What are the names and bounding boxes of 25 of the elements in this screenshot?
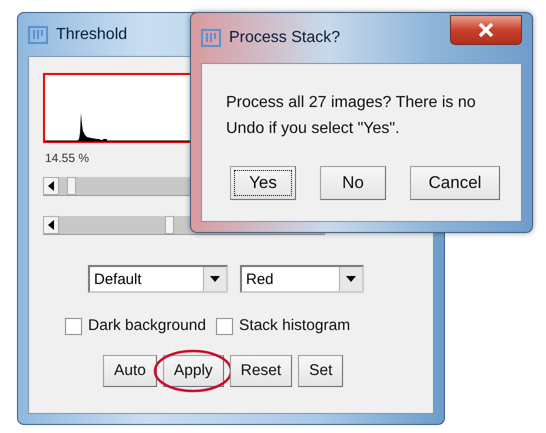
dialog-button[interactable]: Cancel bbox=[410, 166, 500, 200]
app-icon bbox=[201, 29, 221, 47]
checkbox[interactable] bbox=[65, 318, 82, 334]
close-icon bbox=[478, 23, 494, 37]
action-button[interactable]: Apply bbox=[162, 355, 224, 387]
dropdown[interactable]: Red bbox=[240, 265, 364, 293]
caret-icon[interactable] bbox=[203, 267, 226, 291]
dialog-message: Process all 27 images? There is no Undo if you select "Yes". bbox=[226, 93, 477, 139]
checkbox-label: Stack histogram bbox=[239, 317, 350, 335]
slider-thumb[interactable] bbox=[165, 216, 174, 234]
dialog-button[interactable]: Yes bbox=[230, 166, 296, 200]
close-button[interactable] bbox=[450, 15, 522, 45]
percentage-label: 14.55 % bbox=[45, 151, 90, 165]
window-title: Threshold bbox=[56, 26, 128, 44]
action-button[interactable]: Set bbox=[298, 355, 344, 387]
dropdown[interactable]: Default bbox=[88, 265, 228, 293]
checkbox-label: Dark background bbox=[88, 317, 206, 335]
dialog-button[interactable]: No bbox=[320, 166, 386, 200]
slider-thumb[interactable] bbox=[66, 177, 76, 195]
app-icon bbox=[28, 26, 48, 44]
action-button[interactable]: Auto bbox=[103, 355, 157, 387]
action-button[interactable]: Reset bbox=[230, 355, 292, 387]
caret-icon[interactable] bbox=[339, 267, 362, 291]
checkbox[interactable] bbox=[216, 318, 234, 334]
dialog-title: Process Stack? bbox=[229, 29, 340, 47]
